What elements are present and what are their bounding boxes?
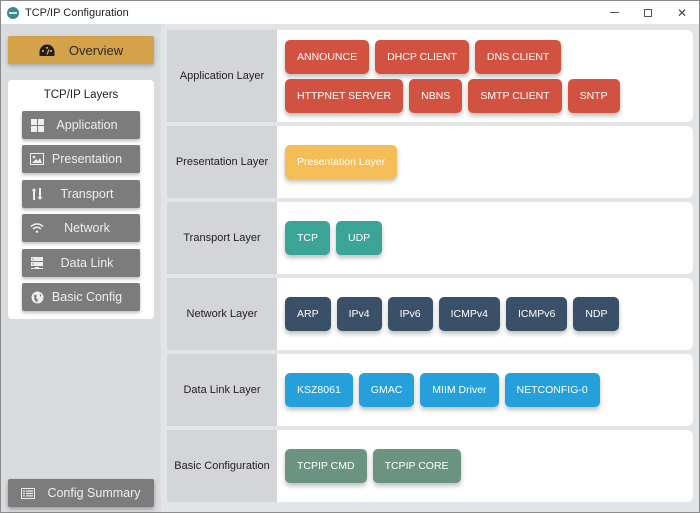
sidebar-item-data-link[interactable]: Data Link — [22, 249, 140, 277]
component-button-arp[interactable]: ARP — [285, 297, 331, 331]
layer-label: Application Layer — [167, 30, 277, 122]
layer-components: ANNOUNCE DHCP CLIENT DNS CLIENT HTTPNET SER… — [277, 30, 693, 122]
window-controls: ✕ — [597, 1, 699, 24]
layer-label: Transport Layer — [167, 202, 277, 274]
close-button[interactable]: ✕ — [665, 1, 699, 24]
sidebar-item-transport[interactable]: Transport — [22, 180, 140, 208]
data-link-layer-row: Data Link Layer KSZ8061 GMAC MIIM Driver NE… — [167, 354, 693, 426]
grid-icon — [30, 118, 44, 132]
layer-components: TCPIP CMD TCPIP CORE — [277, 430, 693, 502]
component-button-sntp[interactable]: SNTP — [567, 78, 620, 113]
layer-components: KSZ8061 GMAC MIIM Driver NETCONFIG-0 — [277, 354, 693, 426]
sidebar-item-label: Network — [64, 221, 110, 235]
app-logo-icon — [7, 6, 19, 19]
config-summary-button[interactable]: Config Summary — [8, 479, 154, 507]
component-button-nbns[interactable]: NBNS — [409, 78, 463, 113]
server-icon — [30, 256, 44, 270]
sidebar-item-label: Presentation — [51, 152, 123, 166]
list-icon — [21, 487, 36, 499]
component-button-tcpip-core[interactable]: TCPIP CORE — [372, 449, 461, 483]
layer-components: TCP UDP — [277, 202, 693, 274]
component-button-smtp-client[interactable]: SMTP CLIENT — [468, 78, 562, 113]
layer-label: Data Link Layer — [167, 354, 277, 426]
component-button-udp[interactable]: UDP — [336, 221, 383, 255]
component-button-ndp[interactable]: NDP — [573, 297, 620, 331]
component-button-gmac[interactable]: GMAC — [358, 373, 415, 407]
globe-icon — [30, 290, 44, 304]
sidebar-item-label: Basic Config — [51, 290, 123, 304]
arrows-updown-icon — [30, 187, 44, 201]
app-body: Overview TCP/IP Layers Application Prese… — [1, 24, 699, 512]
transport-layer-row: Transport Layer TCP UDP — [167, 202, 693, 274]
layer-label: Basic Configuration — [167, 430, 277, 502]
layer-label: Network Layer — [167, 278, 277, 350]
sidebar: Overview TCP/IP Layers Application Prese… — [1, 24, 161, 512]
overview-label: Overview — [68, 42, 124, 58]
component-button-icmpv4[interactable]: ICMPv4 — [438, 297, 500, 331]
component-button-ipv4[interactable]: IPv4 — [336, 297, 382, 331]
component-button-dhcp-client[interactable]: DHCP CLIENT — [375, 39, 469, 74]
sidebar-item-application[interactable]: Application — [22, 111, 140, 139]
component-button-netconfig-0[interactable]: NETCONFIG-0 — [504, 373, 600, 407]
network-layer-row: Network Layer ARP IPv4 IPv6 ICMPv4 ICMPv6 NDP — [167, 278, 693, 350]
maximize-icon — [644, 8, 652, 17]
component-button-presentation-layer[interactable]: Presentation Layer — [285, 145, 398, 179]
image-icon — [30, 152, 44, 166]
component-button-tcp[interactable]: TCP — [285, 221, 330, 255]
sidebar-item-presentation[interactable]: Presentation — [22, 145, 140, 173]
component-button-miim-driver[interactable]: MIIM Driver — [420, 373, 499, 407]
layers-overview: Application Layer ANNOUNCE DHCP CLIENT DNS… — [167, 30, 693, 508]
presentation-layer-row: Presentation Layer Presentation Layer — [167, 126, 693, 198]
minimize-button[interactable] — [597, 1, 631, 24]
title-bar: TCP/IP Configuration ✕ — [1, 1, 699, 24]
component-button-httpnet-server[interactable]: HTTPNET SERVER — [285, 78, 404, 113]
component-button-ipv6[interactable]: IPv6 — [387, 297, 433, 331]
basic-configuration-layer-row: Basic Configuration TCPIP CMD TCPIP CORE — [167, 430, 693, 502]
component-button-ksz8061[interactable]: KSZ8061 — [285, 373, 353, 407]
layer-components: ARP IPv4 IPv6 ICMPv4 ICMPv6 NDP — [277, 278, 693, 350]
dashboard-icon — [39, 44, 55, 57]
layer-components: Presentation Layer — [277, 126, 693, 198]
component-button-icmpv6[interactable]: ICMPv6 — [505, 297, 568, 331]
config-summary-label: Config Summary — [47, 486, 141, 500]
tcpip-layers-panel: TCP/IP Layers Application Presentation T… — [8, 80, 154, 319]
sidebar-item-label: Transport — [60, 187, 114, 201]
component-button-tcpip-cmd[interactable]: TCPIP CMD — [285, 449, 367, 483]
sidebar-item-network[interactable]: Network — [22, 214, 140, 242]
sidebar-item-label: Application — [56, 118, 118, 132]
minimize-icon — [609, 12, 619, 13]
wifi-icon — [30, 221, 44, 235]
close-icon: ✕ — [676, 5, 688, 20]
component-button-announce[interactable]: ANNOUNCE — [285, 39, 370, 74]
overview-button[interactable]: Overview — [8, 36, 154, 64]
window-title: TCP/IP Configuration — [25, 6, 129, 19]
layer-label: Presentation Layer — [167, 126, 277, 198]
sidebar-item-basic-config[interactable]: Basic Config — [22, 283, 140, 311]
component-button-dns-client[interactable]: DNS CLIENT — [474, 39, 562, 74]
layers-panel-title: TCP/IP Layers — [43, 89, 119, 101]
sidebar-item-label: Data Link — [60, 256, 114, 270]
maximize-button[interactable] — [631, 1, 665, 24]
application-layer-row: Application Layer ANNOUNCE DHCP CLIENT DNS… — [167, 30, 693, 122]
app-window: TCP/IP Configuration ✕ Overview TCP/IP L… — [0, 0, 700, 513]
